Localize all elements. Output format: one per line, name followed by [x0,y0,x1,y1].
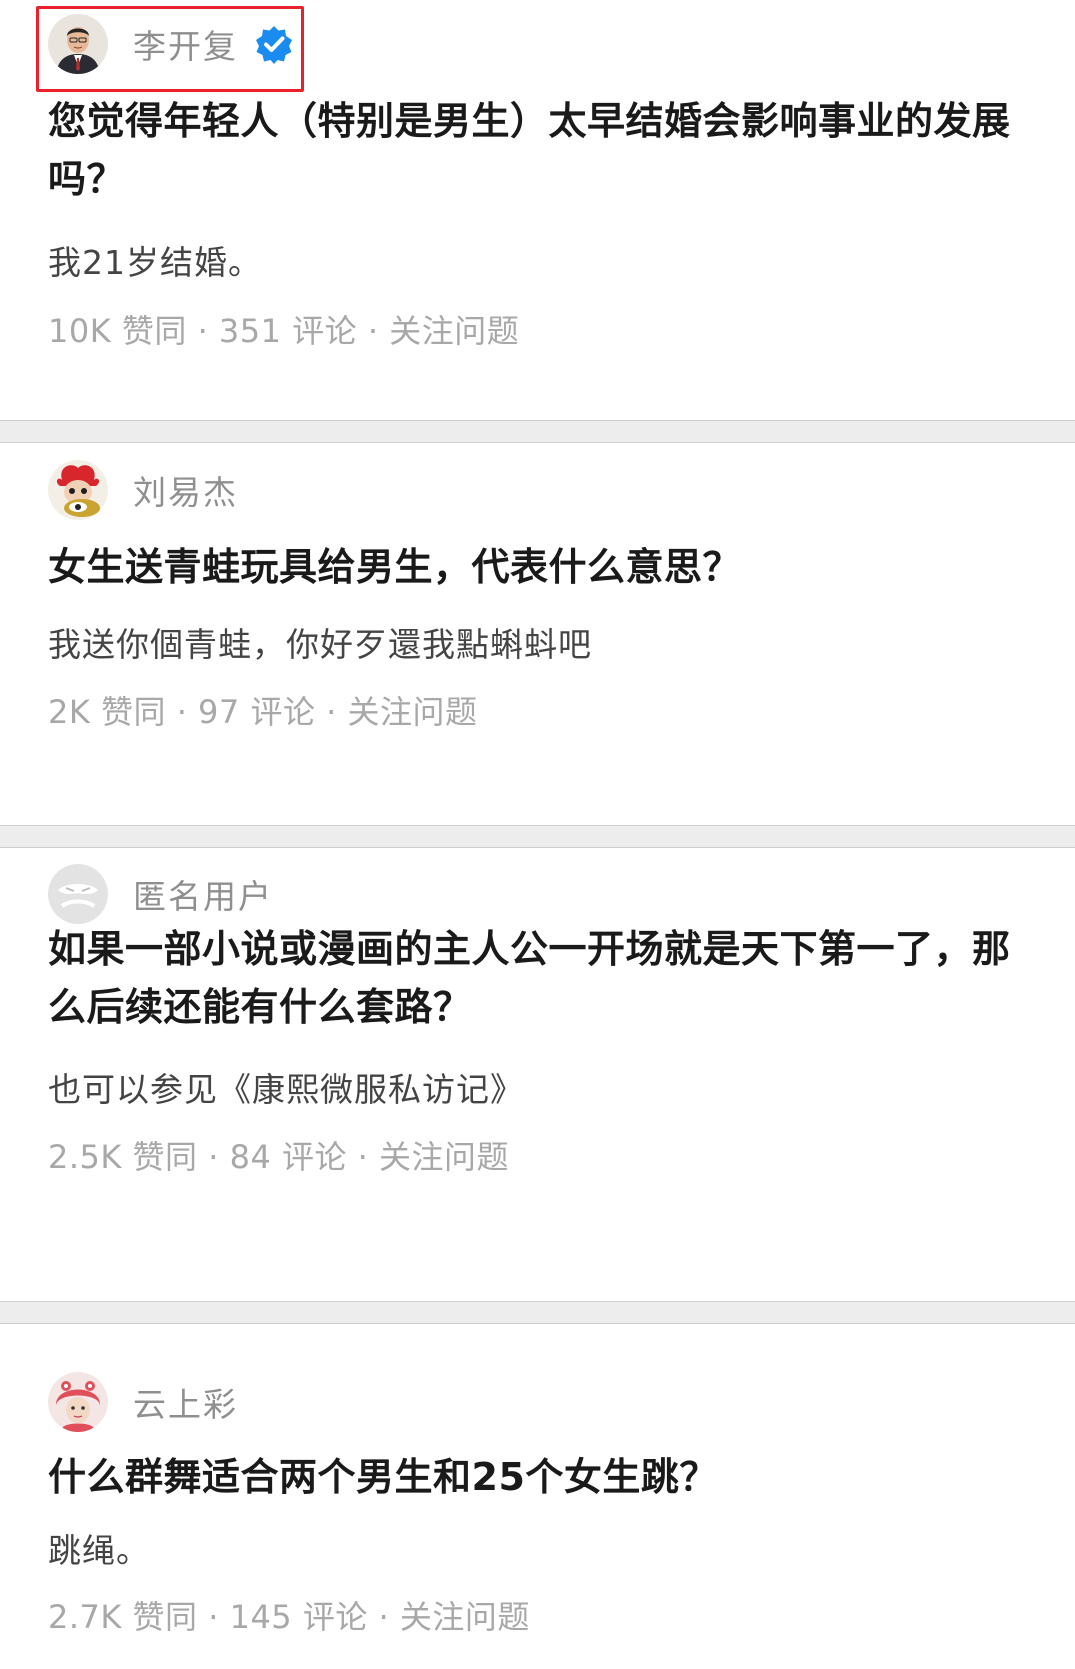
author-row[interactable]: 匿名用户 [48,864,273,924]
likes-count[interactable]: 2.7K 赞同 [48,1598,198,1636]
question-title[interactable]: 什么群舞适合两个男生和25个女生跳？ [48,1448,1043,1506]
answer-excerpt[interactable]: 跳绳。 [48,1524,150,1572]
answer-meta: 10K 赞同 · 351 评论 · 关注问题 [48,306,519,352]
author-name[interactable]: 云上彩 [133,1378,238,1426]
feed-divider [0,1301,1075,1302]
feed-divider [0,420,1075,421]
answer-excerpt[interactable]: 我送你個青蛙，你好歹還我點蝌蚪吧 [48,618,592,666]
answer-excerpt[interactable]: 我21岁结婚。 [48,236,262,284]
feed-card[interactable]: 云上彩 什么群舞适合两个男生和25个女生跳？ 跳绳。 2.7K 赞同 · 145… [0,1324,1075,1669]
meta-separator: · [346,1138,379,1176]
question-title[interactable]: 女生送青蛙玩具给男生，代表什么意思？ [48,538,1043,596]
likes-count[interactable]: 2K 赞同 [48,693,166,731]
feed-card[interactable]: 匿名用户 如果一部小说或漫画的主人公一开场就是天下第一了，那么后续还能有什么套路… [0,848,1075,1301]
avatar[interactable] [48,864,108,924]
follow-question-link[interactable]: 关注问题 [389,312,519,350]
answer-meta: 2K 赞同 · 97 评论 · 关注问题 [48,687,477,733]
author-row[interactable]: 云上彩 [48,1372,238,1432]
follow-question-link[interactable]: 关注问题 [379,1138,509,1176]
author-row[interactable]: 刘易杰 [48,460,238,520]
avatar[interactable] [48,1372,108,1432]
verified-badge-icon [256,26,292,64]
answer-meta: 2.5K 赞同 · 84 评论 · 关注问题 [48,1132,509,1178]
author-name[interactable]: 匿名用户 [133,870,273,918]
answer-meta: 2.7K 赞同 · 145 评论 · 关注问题 [48,1592,530,1638]
question-title[interactable]: 如果一部小说或漫画的主人公一开场就是天下第一了，那么后续还能有什么套路？ [48,920,1043,1036]
feed-card[interactable]: 刘易杰 女生送青蛙玩具给男生，代表什么意思？ 我送你個青蛙，你好歹還我點蝌蚪吧 … [0,443,1075,825]
comments-count[interactable]: 97 评论 [198,693,315,731]
meta-separator: · [315,693,348,731]
author-name[interactable]: 刘易杰 [133,466,238,514]
likes-count[interactable]: 2.5K 赞同 [48,1138,198,1176]
meta-separator: · [367,1598,400,1636]
feed-divider [0,825,1075,826]
comments-count[interactable]: 351 评论 [219,312,357,350]
meta-separator: · [197,1138,230,1176]
follow-question-link[interactable]: 关注问题 [400,1598,530,1636]
author-row[interactable]: 李开复 [48,14,294,74]
comments-count[interactable]: 84 评论 [230,1138,347,1176]
avatar[interactable] [48,14,108,74]
avatar[interactable] [48,460,108,520]
question-title[interactable]: 您觉得年轻人（特别是男生）太早结婚会影响事业的发展吗？ [48,92,1043,208]
answer-excerpt[interactable]: 也可以参见《康熙微服私访记》 [48,1063,524,1111]
author-name[interactable]: 李开复 [133,20,238,68]
follow-question-link[interactable]: 关注问题 [347,693,477,731]
feed-card[interactable]: 李开复 您觉得年轻人（特别是男生）太早结婚会影响事业的发展吗？ 我21岁结婚。 … [0,0,1075,420]
meta-separator: · [186,312,219,350]
likes-count[interactable]: 10K 赞同 [48,312,187,350]
comments-count[interactable]: 145 评论 [230,1598,368,1636]
meta-separator: · [166,693,199,731]
meta-separator: · [357,312,390,350]
meta-separator: · [197,1598,230,1636]
